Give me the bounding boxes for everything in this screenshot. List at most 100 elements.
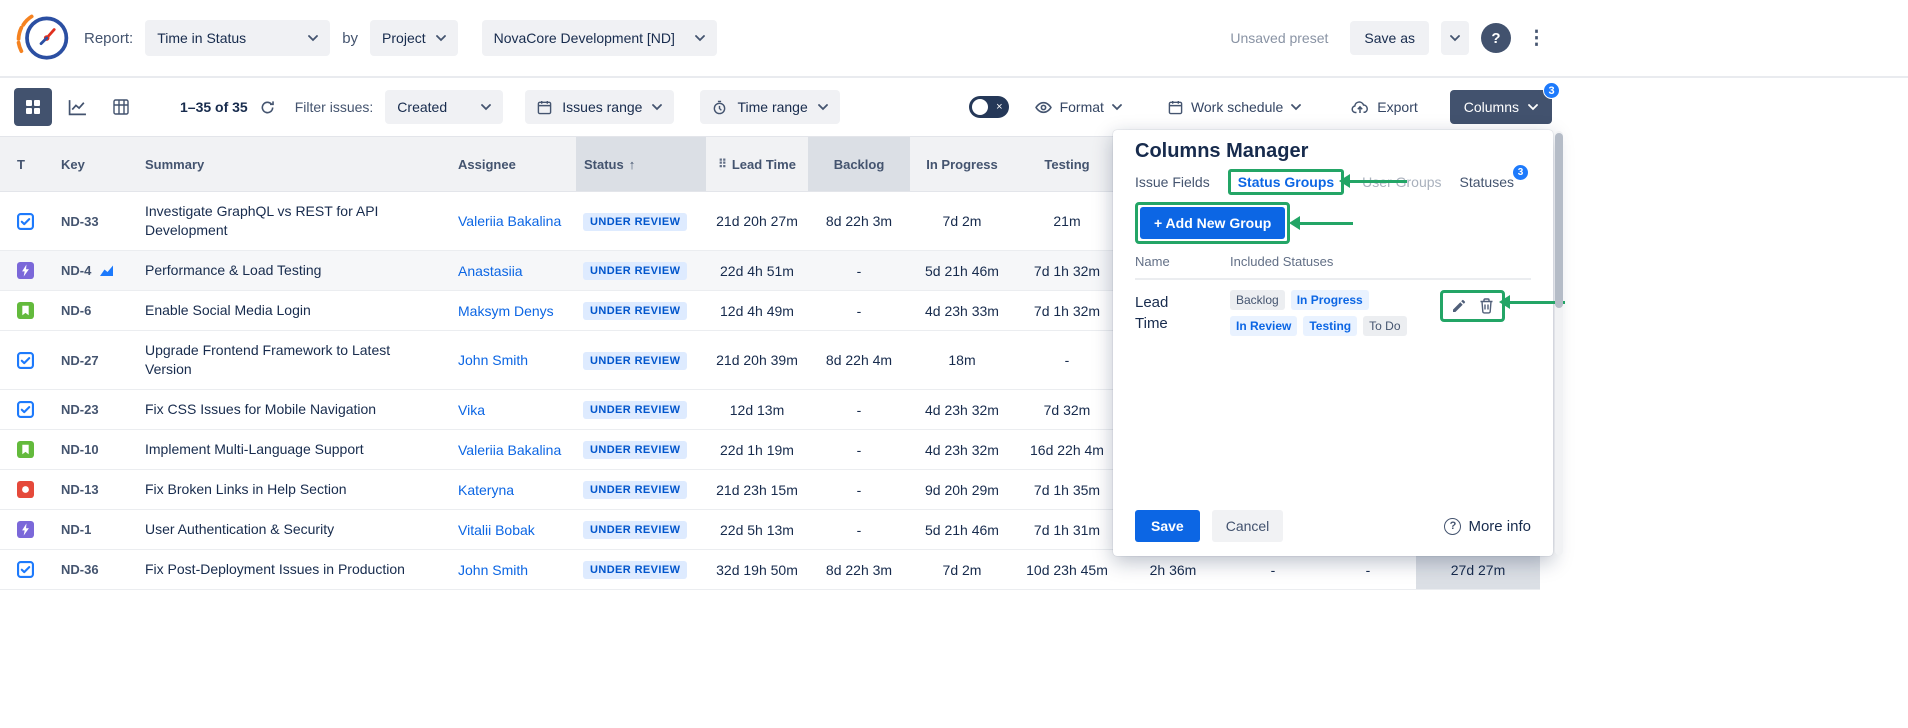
extra-cell-2: -: [1226, 562, 1320, 578]
add-new-group-button[interactable]: + Add New Group: [1140, 207, 1285, 239]
backlog-cell: -: [808, 522, 910, 538]
help-button[interactable]: ?: [1481, 23, 1511, 53]
delete-group-button[interactable]: [1479, 298, 1494, 314]
issue-summary: Fix Broken Links in Help Section: [132, 470, 444, 509]
column-header-assignee[interactable]: Assignee: [444, 157, 576, 172]
preset-status: Unsaved preset: [1230, 30, 1328, 46]
issue-summary: User Authentication & Security: [132, 510, 444, 549]
project-select[interactable]: NovaCore Development [ND]: [482, 20, 717, 56]
work-schedule-button[interactable]: Work schedule: [1162, 98, 1307, 116]
tab-issue-fields[interactable]: Issue Fields: [1135, 174, 1210, 190]
panel-title: Columns Manager: [1135, 138, 1531, 164]
in-progress-cell: 7d 2m: [910, 213, 1014, 229]
included-statuses-column-header: Included Statuses: [1230, 254, 1333, 269]
created-filter-select[interactable]: Created: [385, 90, 503, 124]
assignee-link[interactable]: Valeriia Bakalina: [458, 442, 561, 458]
column-header-type[interactable]: T: [0, 157, 44, 172]
column-header-key[interactable]: Key: [44, 157, 132, 172]
refresh-icon: [260, 100, 275, 115]
status-badge: UNDER REVIEW: [583, 521, 687, 539]
cancel-button[interactable]: Cancel: [1212, 510, 1284, 542]
lead-time-cell: 32d 19h 50m: [706, 562, 808, 578]
row-chart-icon[interactable]: [99, 264, 115, 277]
status-chip: Testing: [1303, 316, 1357, 336]
format-button[interactable]: Format: [1029, 98, 1128, 116]
assignee-link[interactable]: Vika: [458, 402, 485, 418]
time-range-label: Time range: [737, 99, 807, 115]
view-chart-button[interactable]: [58, 88, 96, 126]
save-as-button[interactable]: Save as: [1350, 21, 1429, 55]
drag-handle-icon[interactable]: ⠿: [718, 157, 727, 171]
save-as-menu-button[interactable]: [1441, 21, 1469, 55]
view-board-button[interactable]: [102, 88, 140, 126]
testing-cell: 7d 1h 31m: [1014, 522, 1120, 538]
board-icon: [113, 99, 129, 115]
issue-type-icon: [17, 262, 34, 279]
annotation-arrow-add-group: [1299, 222, 1353, 225]
status-chip: Backlog: [1230, 290, 1285, 310]
column-header-testing[interactable]: Testing: [1014, 157, 1120, 172]
chevron-down-icon: [481, 104, 491, 111]
assignee-link[interactable]: John Smith: [458, 562, 528, 578]
assignee-link[interactable]: Maksym Denys: [458, 303, 554, 319]
issue-summary: Fix CSS Issues for Mobile Navigation: [132, 390, 444, 429]
backlog-cell: 8d 22h 3m: [808, 562, 910, 578]
save-button[interactable]: Save: [1135, 510, 1200, 542]
format-label: Format: [1060, 99, 1104, 115]
assignee-link[interactable]: Valeriia Bakalina: [458, 213, 561, 229]
panel-scrollbar[interactable]: [1555, 131, 1563, 555]
totals-toggle[interactable]: ×: [969, 96, 1009, 118]
testing-cell: 7d 32m: [1014, 402, 1120, 418]
issue-key: ND-36: [61, 562, 99, 577]
columns-label: Columns: [1464, 99, 1519, 115]
column-header-status[interactable]: Status ↑: [576, 137, 706, 191]
issues-range-button[interactable]: Issues range: [525, 90, 674, 124]
question-circle-icon: ?: [1444, 518, 1461, 535]
assignee-link[interactable]: John Smith: [458, 352, 528, 368]
columns-button[interactable]: Columns 3: [1450, 90, 1552, 124]
statuses-count-badge: 3: [1513, 165, 1528, 180]
report-type-select[interactable]: Time in Status: [145, 20, 330, 56]
assignee-link[interactable]: Anastasiia: [458, 263, 523, 279]
extra-cell-1: 2h 36m: [1120, 562, 1226, 578]
status-chip: In Progress: [1291, 290, 1369, 310]
issue-summary: Upgrade Frontend Framework to Latest Ver…: [132, 331, 444, 389]
chevron-down-icon: [818, 104, 828, 111]
testing-cell: 21m: [1014, 213, 1120, 229]
column-header-lead-time[interactable]: ⠿ Lead Time: [706, 157, 808, 172]
chevron-down-icon: [695, 35, 705, 42]
lead-time-cell: 22d 5h 13m: [706, 522, 808, 538]
status-chip: To Do: [1363, 316, 1406, 336]
issue-key: ND-10: [61, 442, 99, 457]
tab-status-groups[interactable]: Status Groups: [1228, 169, 1344, 195]
assignee-link[interactable]: Kateryna: [458, 482, 514, 498]
column-header-summary[interactable]: Summary: [132, 157, 444, 172]
filter-issues-label: Filter issues:: [295, 99, 374, 115]
lead-time-cell: 21d 20h 39m: [706, 352, 808, 368]
column-header-backlog[interactable]: Backlog: [808, 137, 910, 191]
assignee-link[interactable]: Vitalii Bobak: [458, 522, 535, 538]
column-header-in-progress[interactable]: In Progress: [910, 157, 1014, 172]
more-menu-button[interactable]: ⋮: [1523, 27, 1556, 50]
table-row[interactable]: ND-36 Fix Post-Deployment Issues in Prod…: [0, 550, 1540, 590]
columns-manager-panel: Columns Manager Issue Fields Status Grou…: [1113, 130, 1553, 556]
refresh-button[interactable]: [260, 100, 275, 115]
name-column-header: Name: [1135, 254, 1230, 269]
export-button[interactable]: Export: [1345, 98, 1423, 116]
edit-group-button[interactable]: [1451, 298, 1467, 314]
app-logo-icon: [12, 8, 72, 68]
tab-statuses[interactable]: Statuses 3: [1460, 174, 1514, 190]
backlog-cell: 8d 22h 3m: [808, 213, 910, 229]
time-range-button[interactable]: Time range: [700, 90, 839, 124]
issue-type-icon: [17, 401, 34, 418]
scrollbar-thumb[interactable]: [1555, 133, 1563, 308]
status-badge: UNDER REVIEW: [583, 401, 687, 419]
more-info-link[interactable]: ? More info: [1444, 518, 1531, 535]
issue-type-icon: [17, 302, 34, 319]
stopwatch-icon: [712, 100, 727, 115]
filter-value: Created: [397, 99, 447, 115]
included-statuses-list: Backlog In Progress In Review Testing To…: [1230, 290, 1435, 336]
group-by-select[interactable]: Project: [370, 20, 458, 56]
view-grid-button[interactable]: [14, 88, 52, 126]
lead-time-cell: 22d 1h 19m: [706, 442, 808, 458]
